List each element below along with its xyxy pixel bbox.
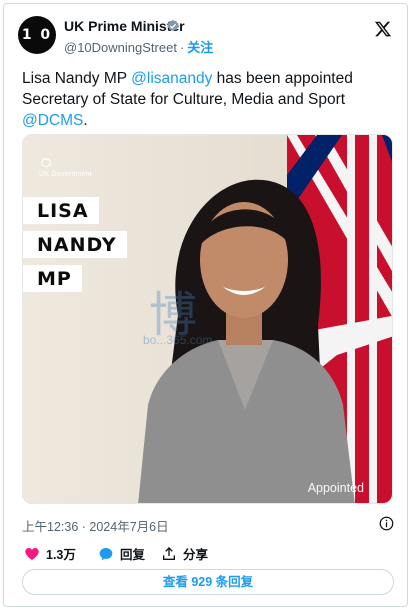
mention-link[interactable]: @DCMS	[22, 112, 83, 129]
name-tag-line: MP	[23, 265, 82, 292]
avatar-text: 1 0	[21, 27, 53, 43]
like-count: 1.3万	[46, 548, 76, 562]
watermark-glyph: 博	[149, 287, 198, 343]
mention-link[interactable]: @lisanandy	[131, 70, 212, 87]
share-button[interactable]: 分享	[161, 544, 208, 563]
verified-badge-icon	[167, 19, 179, 32]
like-button[interactable]: 1.3万	[24, 544, 76, 563]
tweet-text-part: .	[83, 112, 88, 129]
x-logo-icon[interactable]	[374, 20, 392, 38]
reply-button[interactable]: 回复	[98, 544, 145, 563]
tweet-header: 1 0 UK Prime Minister @10DowningStreet · 关…	[18, 16, 396, 56]
appointed-caption: Appointed	[307, 481, 364, 495]
separator-dot: ·	[179, 40, 185, 55]
name-tag-line: NANDY	[23, 231, 127, 258]
share-label: 分享	[183, 548, 209, 562]
author-handle[interactable]: @10DowningStreet	[64, 40, 177, 55]
avatar[interactable]: 1 0	[18, 16, 56, 54]
handle-row: @10DowningStreet · 关注	[64, 37, 213, 56]
view-replies-button[interactable]: 查看 929 条回复	[22, 569, 394, 595]
reply-bubble-icon	[99, 547, 113, 560]
action-bar: 1.3万 回复 分享	[22, 544, 394, 562]
name-tag-text: MP	[23, 265, 82, 292]
share-icon	[163, 546, 175, 560]
heart-icon	[25, 547, 39, 560]
gov-label: UK Government	[39, 171, 92, 178]
royal-crest-icon	[41, 157, 51, 168]
name-tag-line: LISA	[23, 197, 99, 224]
timestamp[interactable]: 上午12:36 · 2024年7月6日	[22, 520, 169, 534]
tweet-media-image[interactable]: UK Government LISA NANDY MP 博 bo...365.c…	[22, 134, 393, 504]
name-tag-text: LISA	[23, 197, 99, 224]
follow-button[interactable]: 关注	[187, 40, 213, 55]
name-tag-text: NANDY	[23, 231, 127, 258]
tweet-text: Lisa Nandy MP @lisanandy has been appoin…	[22, 68, 392, 131]
tweet-text-part: Lisa Nandy MP	[22, 70, 132, 87]
gov-logo: UK Government	[39, 155, 92, 178]
watermark-text: bo...365.com	[143, 333, 213, 347]
reply-label: 回复	[120, 548, 146, 562]
info-icon[interactable]	[379, 516, 394, 531]
tweet-card: 1 0 UK Prime Minister @10DowningStreet · 关…	[3, 3, 408, 607]
timestamp-row: 上午12:36 · 2024年7月6日	[22, 516, 394, 534]
